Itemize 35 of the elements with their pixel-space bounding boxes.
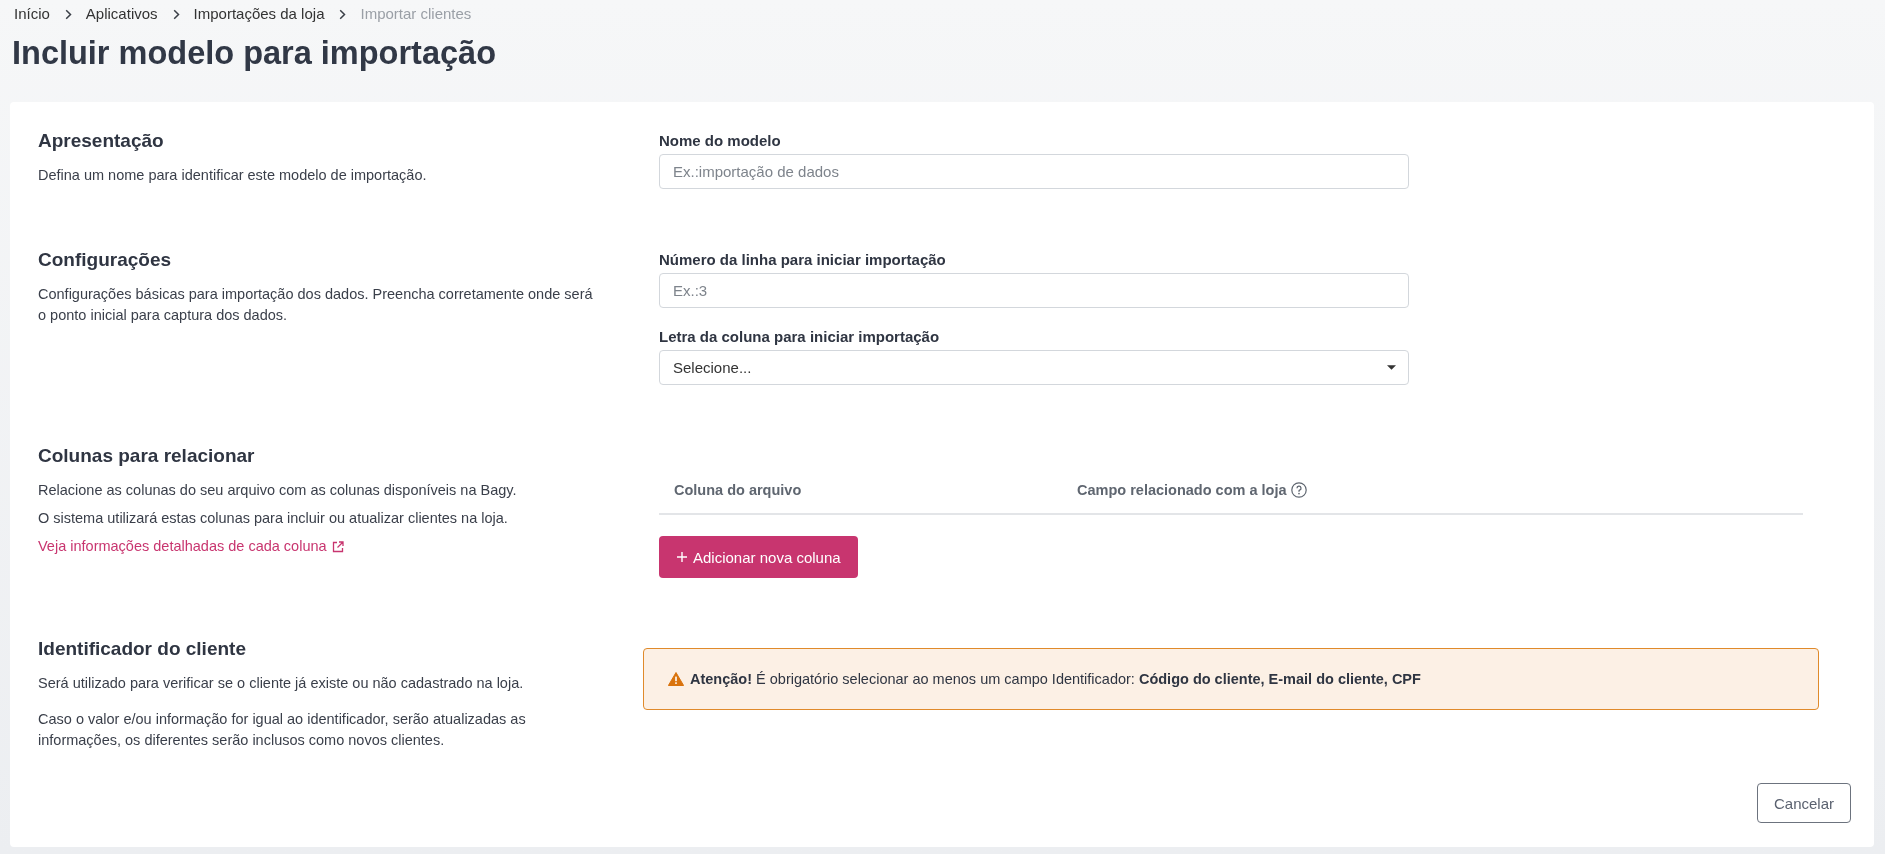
- chevron-right-icon: [172, 8, 180, 20]
- section-title: Configurações: [38, 248, 173, 272]
- alert-message: Atenção! É obrigatório selecionar ao menos um campo Identificador: Código do cliente, E-mail do cliente, CPF: [690, 670, 1421, 689]
- column-header: Campo relacionado com a loja: [1077, 481, 1287, 500]
- chevron-right-icon: [64, 8, 72, 20]
- breadcrumb-link[interactable]: Início: [14, 4, 50, 24]
- breadcrumb-current: Importar clientes: [360, 4, 472, 24]
- section-description: Caso o valor e/ou informação for igual ao identificador, serão atualizadas as informações, os diferentes serão inclusos como novos clientes.: [38, 710, 527, 750]
- field-label: Nome do modelo: [659, 131, 782, 151]
- section-title: Identificador do cliente: [38, 637, 247, 661]
- breadcrumb-link[interactable]: Importações da loja: [193, 4, 325, 24]
- text-field[interactable]: Ex.:importação de dados: [659, 154, 1409, 189]
- help-icon[interactable]: [1290, 482, 1307, 498]
- chevron-right-icon: [339, 8, 347, 20]
- section-description: Relacione as colunas do seu arquivo com as colunas disponíveis na Bagy.: [38, 481, 518, 500]
- text-field[interactable]: Ex.:3: [659, 273, 1409, 308]
- section-description: O sistema utilizará estas colunas para incluir ou atualizar clientes na loja.: [38, 509, 509, 528]
- cancel-button[interactable]: Cancelar: [1756, 783, 1851, 823]
- details-link[interactable]: Veja informações detalhadas de cada coluna: [38, 536, 344, 557]
- section-description: Defina um nome para identificar este modelo de importação.: [38, 166, 428, 185]
- breadcrumb-link[interactable]: Aplicativos: [85, 4, 158, 24]
- select-field[interactable]: Selecione...: [659, 350, 1409, 385]
- external-link-icon: [331, 540, 344, 553]
- field-label: Letra da coluna para iniciar importação: [659, 327, 941, 347]
- field-label: Número da linha para iniciar importação: [659, 250, 947, 270]
- warning-icon: [668, 672, 684, 686]
- add-column-button[interactable]: Adicionar nova coluna: [659, 536, 858, 578]
- section-description: Será utilizado para verificar se o cliente já existe ou não cadastrado na loja.: [38, 674, 525, 693]
- caret-down-icon: [1387, 365, 1396, 370]
- section-title: Apresentação: [38, 129, 165, 153]
- section-description: Configurações básicas para importação dos dados. Preencha corretamente onde será o ponto inicial para captura dos dados.: [38, 285, 594, 325]
- section-title: Colunas para relacionar: [38, 444, 256, 468]
- page-title: Incluir modelo para importação: [12, 34, 497, 72]
- column-header: Coluna do arquivo: [674, 481, 802, 500]
- plus-icon: [677, 552, 687, 562]
